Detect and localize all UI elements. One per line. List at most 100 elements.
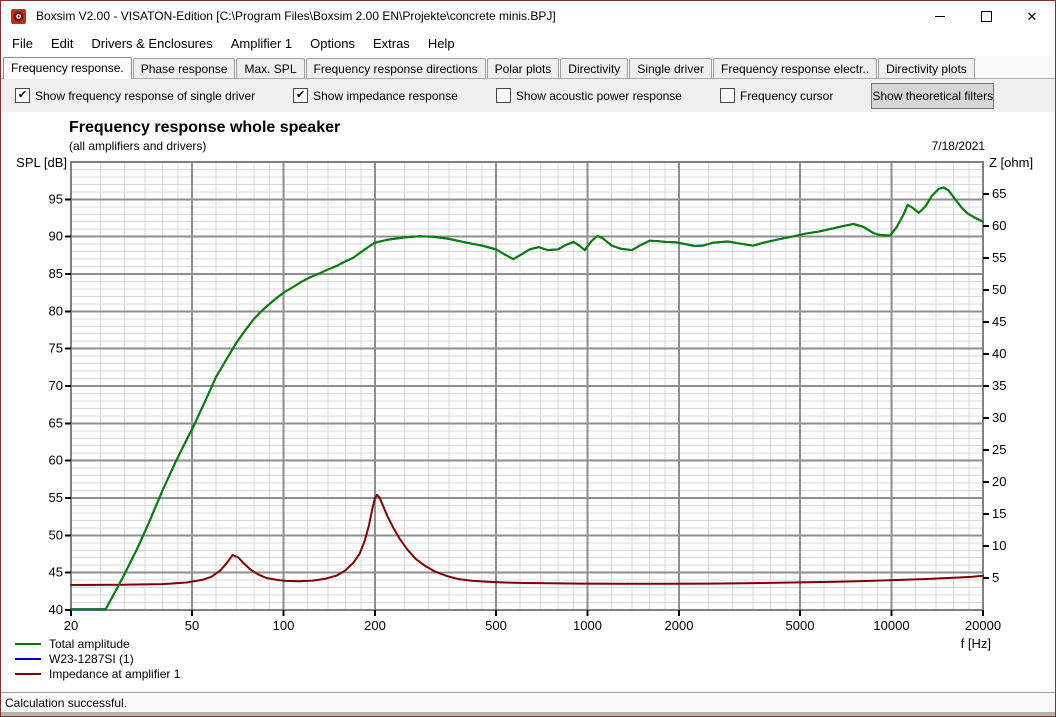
right-axis-tick-label: 5 — [992, 570, 999, 585]
close-icon: ✕ — [1027, 10, 1038, 23]
right-axis-tick-label: 30 — [992, 410, 1006, 425]
checkbox-label-show-frequency-response-of-single-driver[interactable]: Show frequency response of single driver — [35, 89, 255, 103]
app-window: Boxsim V2.00 - VISATON-Edition [C:\Progr… — [0, 0, 1056, 717]
left-axis-tick-label: 60 — [49, 453, 63, 468]
left-axis-tick-label: 45 — [49, 565, 63, 580]
checkbox-show-impedance-response[interactable]: ✔ — [293, 88, 308, 103]
right-axis-tick-label: 25 — [992, 442, 1006, 457]
menu-item-amplifier-1[interactable]: Amplifier 1 — [222, 33, 301, 54]
x-axis-tick-label: 10000 — [873, 618, 909, 633]
x-axis-tick-label: 200 — [364, 618, 386, 633]
bottom-strip — [1, 712, 1055, 717]
legend-label-w23-1287si-1: W23-1287SI (1) — [49, 652, 134, 666]
right-axis-tick-label: 45 — [992, 314, 1006, 329]
status-bar: Calculation successful. — [1, 692, 1055, 712]
menu-item-edit[interactable]: Edit — [42, 33, 82, 54]
right-axis-tick-label: 35 — [992, 378, 1006, 393]
left-axis-tick-label: 50 — [49, 527, 63, 542]
x-axis-tick-label: 50 — [185, 618, 199, 633]
x-axis-tick-label: 20 — [64, 618, 78, 633]
checkbox-show-frequency-response-of-single-driver[interactable]: ✔ — [15, 88, 30, 103]
maximize-icon — [981, 11, 992, 22]
checkbox-group-show-impedance-response: ✔ Show impedance response — [293, 88, 458, 103]
curve-total-amplitude — [71, 187, 983, 609]
tab-polar-plots[interactable]: Polar plots — [487, 58, 560, 78]
menu-item-file[interactable]: File — [3, 33, 42, 54]
tab-frequency-response-directions[interactable]: Frequency response directions — [306, 58, 486, 78]
app-icon — [10, 8, 27, 25]
legend-swatch-impedance-at-amplifier-1 — [15, 673, 41, 675]
left-axis-tick-label: 85 — [49, 266, 63, 281]
checkbox-label-show-impedance-response[interactable]: Show impedance response — [313, 89, 458, 103]
left-axis-tick-label: 80 — [49, 303, 63, 318]
right-axis-tick-label: 50 — [992, 282, 1006, 297]
chart-subtitle: (all amplifiers and drivers) — [69, 139, 206, 153]
tab-phase-response[interactable]: Phase response — [133, 58, 236, 78]
legend-label-total-amplitude: Total amplitude — [49, 637, 130, 651]
chart-legend: Total amplitudeW23-1287SI (1)Impedance a… — [15, 636, 180, 681]
menu-bar: FileEditDrivers & EnclosuresAmplifier 1O… — [1, 31, 1055, 56]
right-axis-tick-label: 10 — [992, 538, 1006, 553]
status-text: Calculation successful. — [5, 696, 127, 710]
legend-label-impedance-at-amplifier-1: Impedance at amplifier 1 — [49, 667, 180, 681]
tab-directivity-plots[interactable]: Directivity plots — [878, 58, 975, 78]
curve-impedance-at-amplifier-1 — [71, 495, 983, 585]
options-toolbar: ✔ Show frequency response of single drive… — [1, 79, 1055, 112]
right-axis-tick-label: 15 — [992, 506, 1006, 521]
x-axis-tick-label: 500 — [485, 618, 507, 633]
checkbox-frequency-cursor[interactable] — [720, 88, 735, 103]
x-axis-tick-label: 100 — [273, 618, 295, 633]
window-title: Boxsim V2.00 - VISATON-Edition [C:\Progr… — [36, 9, 556, 23]
left-axis-tick-label: 70 — [49, 378, 63, 393]
minimize-button[interactable] — [917, 1, 963, 31]
legend-item-impedance-at-amplifier-1: Impedance at amplifier 1 — [15, 666, 180, 681]
checkbox-show-acoustic-power-response[interactable] — [496, 88, 511, 103]
frequency-response-plot: 40 45 50 55 60 65 70 75 80 85 90 95 5 10 15 20 25 30 35 40 4… — [1, 112, 1056, 692]
legend-swatch-total-amplitude — [15, 643, 41, 645]
checkbox-group-frequency-cursor: Frequency cursor — [720, 88, 833, 103]
checkbox-label-frequency-cursor[interactable]: Frequency cursor — [740, 89, 833, 103]
show-theoretical-filters-button[interactable]: Show theoretical filters — [871, 83, 994, 109]
left-axis-tick-label: 40 — [49, 602, 63, 617]
chart-date: 7/18/2021 — [932, 139, 985, 153]
legend-item-total-amplitude: Total amplitude — [15, 636, 180, 651]
checkbox-group-show-acoustic-power-response: Show acoustic power response — [496, 88, 682, 103]
left-axis-tick-label: 90 — [49, 229, 63, 244]
x-axis-caption: f [Hz] — [961, 636, 991, 651]
menu-item-drivers-enclosures[interactable]: Drivers & Enclosures — [82, 33, 221, 54]
left-axis-tick-label: 75 — [49, 341, 63, 356]
right-axis-tick-label: 40 — [992, 346, 1006, 361]
title-bar: Boxsim V2.00 - VISATON-Edition [C:\Progr… — [1, 1, 1055, 31]
tab-frequency-response[interactable]: Frequency response. — [3, 57, 132, 79]
x-axis-tick-label: 1000 — [573, 618, 602, 633]
window-controls: ✕ — [917, 1, 1055, 31]
tab-strip: Frequency response.Phase responseMax. SP… — [1, 56, 1055, 79]
checkbox-group-show-frequency-response-of-single-driver: ✔ Show frequency response of single drive… — [15, 88, 255, 103]
tab-frequency-response-electr[interactable]: Frequency response electr.. — [713, 58, 877, 78]
maximize-button[interactable] — [963, 1, 1009, 31]
legend-swatch-w23-1287si-1 — [15, 658, 41, 660]
right-axis-caption: Z [ohm] — [989, 155, 1033, 170]
checkbox-label-show-acoustic-power-response[interactable]: Show acoustic power response — [516, 89, 682, 103]
right-axis-tick-label: 20 — [992, 474, 1006, 489]
menu-item-help[interactable]: Help — [419, 33, 464, 54]
x-axis-tick-label: 5000 — [786, 618, 815, 633]
tab-single-driver[interactable]: Single driver — [629, 58, 712, 78]
right-axis-tick-label: 60 — [992, 218, 1006, 233]
left-axis-tick-label: 55 — [49, 490, 63, 505]
menu-item-extras[interactable]: Extras — [364, 33, 419, 54]
tab-max-spl[interactable]: Max. SPL — [236, 58, 304, 78]
tab-directivity[interactable]: Directivity — [560, 58, 628, 78]
chart-title: Frequency response whole speaker — [69, 119, 340, 137]
left-axis-caption: SPL [dB] — [16, 155, 67, 170]
menu-item-options[interactable]: Options — [301, 33, 364, 54]
x-axis-tick-label: 20000 — [965, 618, 1001, 633]
right-axis-tick-label: 55 — [992, 250, 1006, 265]
minimize-icon — [935, 16, 945, 17]
close-button[interactable]: ✕ — [1009, 1, 1055, 31]
chart-area: 40 45 50 55 60 65 70 75 80 85 90 95 5 10 15 20 25 30 35 40 4… — [1, 112, 1055, 692]
right-axis-tick-label: 65 — [992, 186, 1006, 201]
left-axis-tick-label: 65 — [49, 415, 63, 430]
left-axis-tick-label: 95 — [49, 191, 63, 206]
legend-item-w23-1287si-1: W23-1287SI (1) — [15, 651, 180, 666]
